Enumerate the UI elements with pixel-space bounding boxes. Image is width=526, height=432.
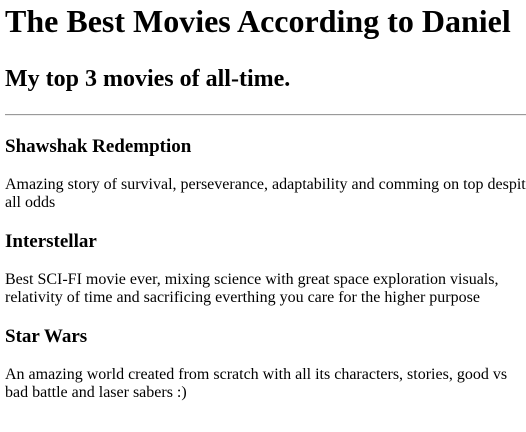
movie-title: Shawshak Redemption <box>5 136 192 157</box>
movie-title: Star Wars <box>5 326 88 347</box>
movie-description-line: all odds <box>5 194 56 211</box>
movie-description-line: An amazing world created from scratch wi… <box>5 366 508 383</box>
movie-item-star-wars: Star Wars An amazing world created from … <box>5 326 526 402</box>
divider <box>5 114 526 116</box>
movie-description-line: bad battle and laser sabers :) <box>5 384 187 401</box>
page-title: The Best Movies According to Daniel <box>5 3 511 39</box>
page: The Best Movies According to Daniel My t… <box>0 0 526 432</box>
movie-description: Amazing story of survival, perseverance,… <box>5 176 526 212</box>
movie-list: Shawshak Redemption Amazing story of sur… <box>5 136 526 402</box>
movie-item-shawshank: Shawshak Redemption Amazing story of sur… <box>5 136 526 212</box>
movie-description: Best SCI-FI movie ever, mixing science w… <box>5 271 526 307</box>
movie-description-line: Amazing story of survival, perseverance,… <box>5 176 526 193</box>
movie-title: Interstellar <box>5 231 97 252</box>
movie-description-line: Best SCI-FI movie ever, mixing science w… <box>5 271 499 288</box>
movie-description-line: relativity of time and sacrificing evert… <box>5 289 480 306</box>
page-subtitle: My top 3 movies of all-time. <box>5 66 291 92</box>
movie-item-interstellar: Interstellar Best SCI-FI movie ever, mix… <box>5 231 526 307</box>
movie-description: An amazing world created from scratch wi… <box>5 366 526 402</box>
